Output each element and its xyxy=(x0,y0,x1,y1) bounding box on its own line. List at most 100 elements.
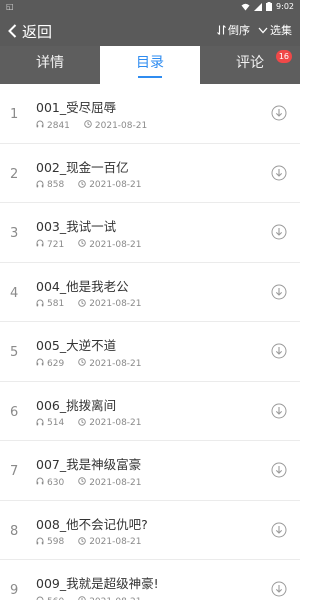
clock-icon xyxy=(78,179,86,191)
episode-index: 8 xyxy=(10,523,19,539)
headphones-icon xyxy=(36,239,44,250)
download-icon[interactable] xyxy=(271,403,287,423)
episode-index: 5 xyxy=(10,345,19,360)
episode-date: 2021-08-21 xyxy=(94,120,148,131)
clock-icon xyxy=(78,477,86,488)
chevron-down-icon xyxy=(258,27,268,33)
episode-date: 2021-08-21 xyxy=(89,418,142,428)
episode-date: 2021-08-21 xyxy=(89,239,142,250)
episode-meta: 514 2021-08-21 xyxy=(36,417,142,429)
episode-index: 4 xyxy=(10,285,19,301)
episode-row[interactable]: 6 006_挑拨离间 514 2021-08-21 xyxy=(0,382,300,441)
episode-meta: 629 2021-08-21 xyxy=(36,358,142,369)
episode-meta: 858 2021-08-21 xyxy=(36,179,142,191)
episode-meta: 721 2021-08-21 xyxy=(36,239,142,250)
episode-row[interactable]: 3 003_我试一试 721 2021-08-21 xyxy=(0,203,300,263)
nav-bar: 返回 倒序 选集 xyxy=(0,16,300,46)
status-bar: ◱ 9:02 xyxy=(0,0,300,14)
episode-date: 2021-08-21 xyxy=(89,537,142,547)
episode-row[interactable]: 1 001_受尽屈辱 2841 2021-08-21 xyxy=(0,84,300,144)
episode-title: 005_大逆不道 xyxy=(36,338,117,353)
episode-date: 2021-08-21 xyxy=(89,180,142,190)
tab-catalog[interactable]: 目录 xyxy=(100,46,200,84)
download-icon[interactable] xyxy=(271,105,287,125)
episode-index: 6 xyxy=(10,404,19,420)
nav-actions: 倒序 选集 xyxy=(217,22,292,38)
comment-count-badge: 16 xyxy=(275,50,292,63)
play-count: 514 xyxy=(47,418,65,428)
play-count: 858 xyxy=(47,180,65,190)
episode-title: 003_我试一试 xyxy=(36,219,117,234)
sort-icon xyxy=(217,25,226,35)
episode-date: 2021-08-21 xyxy=(89,358,142,369)
episode-list: 1 001_受尽屈辱 2841 2021-08-21 2 002_现金一百亿 858 2021… xyxy=(0,84,300,600)
tab-comments[interactable]: 评论 16 xyxy=(200,46,300,84)
back-label: 返回 xyxy=(22,22,53,41)
clock-icon xyxy=(78,298,86,310)
app-header: ◱ 9:02 返回 倒序 选集 详情 目录 评论 16 xyxy=(0,0,300,84)
play-count: 598 xyxy=(47,537,65,547)
episode-row[interactable]: 7 007_我是神级富豪 630 2021-08-21 xyxy=(0,441,300,501)
play-count: 2841 xyxy=(47,120,70,131)
headphones-icon xyxy=(36,180,44,191)
episode-date: 2021-08-21 xyxy=(89,477,142,488)
episode-meta: 581 2021-08-21 xyxy=(36,298,142,310)
episode-title: 008_他不会记仇吧? xyxy=(36,516,148,532)
download-icon[interactable] xyxy=(271,462,287,482)
download-icon[interactable] xyxy=(271,522,287,542)
download-icon[interactable] xyxy=(271,343,287,363)
back-button[interactable]: 返回 xyxy=(8,21,52,41)
play-count: 629 xyxy=(47,358,65,369)
download-icon[interactable] xyxy=(271,284,287,304)
episode-row[interactable]: 8 008_他不会记仇吧? 598 2021-08-21 xyxy=(0,501,300,560)
download-icon[interactable] xyxy=(271,165,287,185)
headphones-icon xyxy=(36,299,44,310)
download-icon[interactable] xyxy=(271,224,287,244)
select-episodes-button[interactable]: 选集 xyxy=(258,22,292,38)
episode-meta: 598 2021-08-21 xyxy=(36,536,142,548)
headphones-icon xyxy=(36,120,44,131)
episode-meta: 630 2021-08-21 xyxy=(36,477,142,488)
clock-icon xyxy=(78,536,86,548)
episode-index: 2 xyxy=(10,166,19,182)
episode-index: 7 xyxy=(10,464,19,479)
play-count: 630 xyxy=(47,477,65,488)
headphones-icon xyxy=(36,596,44,600)
episode-row[interactable]: 4 004_他是我老公 581 2021-08-21 xyxy=(0,263,300,322)
episode-title: 007_我是神级富豪 xyxy=(36,457,142,472)
headphones-icon xyxy=(36,358,44,369)
episode-row[interactable]: 5 005_大逆不道 629 2021-08-21 xyxy=(0,322,300,382)
headphones-icon xyxy=(36,418,44,429)
chevron-left-icon xyxy=(8,24,17,38)
tab-details-label: 详情 xyxy=(36,55,64,71)
battery-icon xyxy=(266,2,273,11)
play-count: 721 xyxy=(47,239,65,250)
sort-button[interactable]: 倒序 xyxy=(217,22,250,38)
play-count: 560 xyxy=(47,597,64,600)
episode-meta: 2841 2021-08-21 xyxy=(36,120,147,131)
wifi-icon xyxy=(241,3,250,10)
tab-catalog-label: 目录 xyxy=(136,55,164,71)
tab-details[interactable]: 详情 xyxy=(0,46,100,84)
episode-title: 009_我就是超级神豪! xyxy=(36,576,159,591)
episode-index: 3 xyxy=(10,226,19,241)
select-label: 选集 xyxy=(270,24,292,37)
clock-icon xyxy=(78,239,86,250)
download-icon[interactable] xyxy=(271,581,287,600)
episode-row[interactable]: 9 009_我就是超级神豪! 560 2021-08-21 xyxy=(0,560,300,600)
clock-icon xyxy=(78,358,86,369)
headphones-icon xyxy=(36,537,44,548)
episode-date: 2021-08-21 xyxy=(89,597,141,600)
status-icons: 9:02 xyxy=(241,2,294,11)
sort-label: 倒序 xyxy=(228,24,250,37)
signal-icon xyxy=(254,2,263,11)
clock-icon xyxy=(78,596,86,600)
episode-title: 004_他是我老公 xyxy=(36,278,129,294)
episode-title: 001_受尽屈辱 xyxy=(36,100,117,115)
tab-comments-label: 评论 xyxy=(236,55,264,71)
episode-row[interactable]: 2 002_现金一百亿 858 2021-08-21 xyxy=(0,144,300,203)
play-count: 581 xyxy=(47,299,65,309)
episode-meta: 560 2021-08-21 xyxy=(36,596,142,600)
tab-bar: 详情 目录 评论 16 xyxy=(0,46,300,84)
clock-icon xyxy=(78,417,86,429)
